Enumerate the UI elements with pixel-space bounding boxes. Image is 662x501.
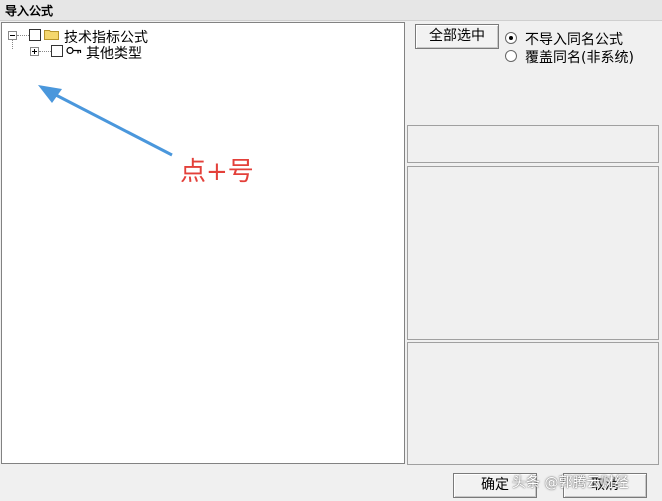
formula-tree[interactable]: 技术指标公式 其他类型 点+号 [1, 22, 405, 464]
watermark: 头条 @郭腾云财经 [512, 475, 629, 491]
child-checkbox[interactable] [51, 45, 63, 57]
radio-icon[interactable] [505, 50, 517, 62]
key-icon [66, 46, 82, 55]
option-skip-duplicates[interactable]: 不导入同名公式 [505, 29, 655, 48]
info-panel-middle [407, 166, 659, 340]
child-label: 其他类型 [86, 46, 142, 62]
info-panel-top [407, 125, 659, 163]
annotation-label: 点+号 [180, 157, 254, 187]
info-panel-bottom [407, 342, 659, 465]
window-title: 导入公式 [5, 4, 54, 18]
option-overwrite-duplicates[interactable]: 覆盖同名(非系统) [505, 47, 655, 66]
select-all-button[interactable]: 全部选中 [415, 24, 499, 49]
radio-icon[interactable] [505, 32, 517, 44]
tree-node-other[interactable]: 其他类型 [28, 43, 228, 62]
title-bar: 导入公式 [0, 0, 662, 21]
root-checkbox[interactable] [29, 29, 41, 41]
expand-icon[interactable] [30, 47, 39, 56]
arrow-annotation [38, 85, 173, 157]
folder-icon [44, 30, 59, 40]
